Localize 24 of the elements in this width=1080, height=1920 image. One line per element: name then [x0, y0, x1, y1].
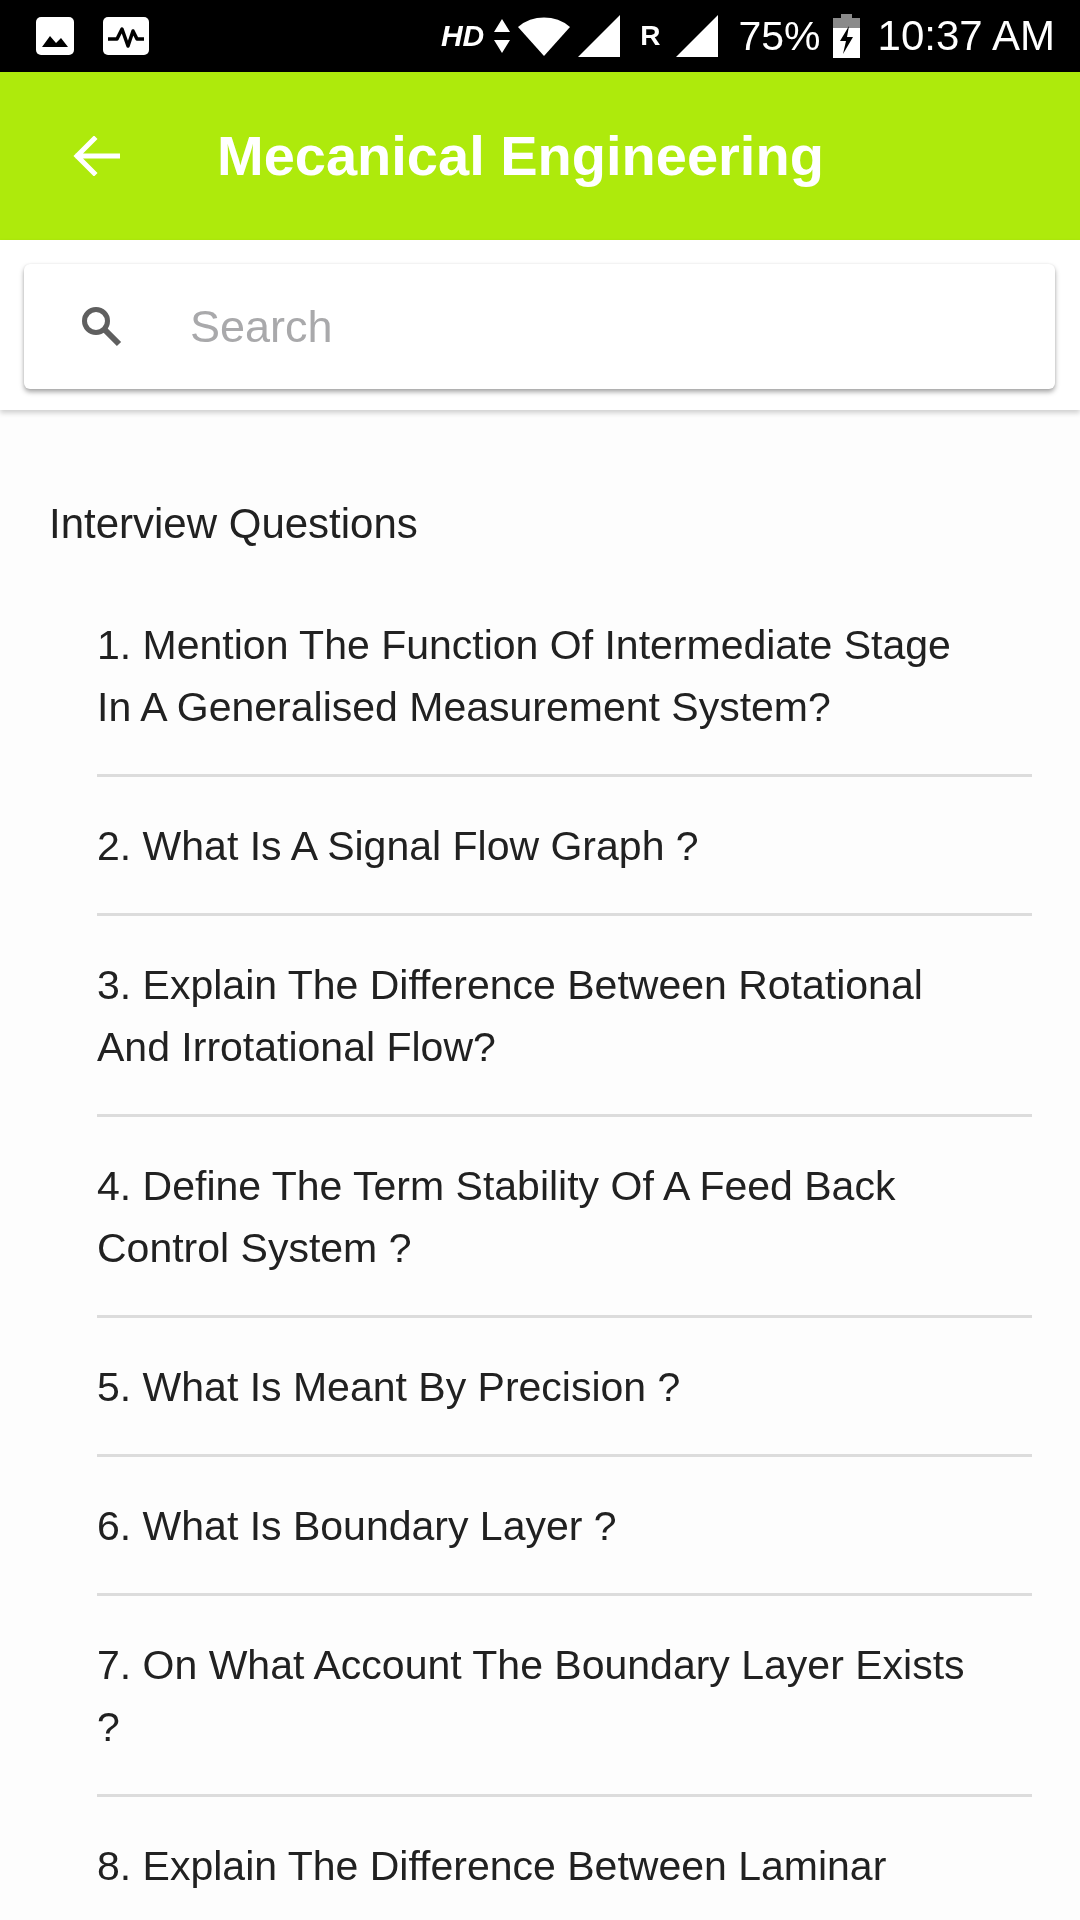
search-field[interactable]: Search — [24, 264, 1055, 389]
question-item[interactable]: 8. Explain The Difference Between Laminar — [97, 1797, 1032, 1897]
question-item[interactable]: 3. Explain The Difference Between Rotational And Irrotational Flow? — [97, 916, 1032, 1117]
question-item[interactable]: 1. Mention The Function Of Intermediate Stage In A Generalised Measurement System? — [97, 576, 1032, 777]
pulse-icon — [103, 17, 149, 55]
roaming-label: R — [640, 19, 661, 53]
search-icon — [80, 305, 122, 347]
question-item[interactable]: 6. What Is Boundary Layer ? — [97, 1457, 1032, 1596]
question-item[interactable]: 5. What Is Meant By Precision ? — [97, 1318, 1032, 1457]
signal-icon — [676, 15, 719, 57]
data-arrows-icon — [494, 19, 511, 53]
question-item[interactable]: 2. What Is A Signal Flow Graph ? — [97, 777, 1032, 916]
battery-percent: 75% — [738, 12, 821, 60]
network-type-label: HD — [440, 18, 485, 54]
wifi-icon — [518, 16, 571, 56]
section-heading: Interview Questions — [49, 499, 418, 549]
question-item[interactable]: 4. Define The Term Stability Of A Feed Back Control System ? — [97, 1117, 1032, 1318]
question-item[interactable]: 7. On What Account The Boundary Layer Exists ? — [97, 1596, 1032, 1797]
battery-charging-icon — [832, 14, 860, 58]
screen-title: Mecanical Engineering — [217, 123, 824, 189]
clock-time: 10:37 AM — [877, 12, 1055, 60]
picture-icon — [36, 17, 74, 55]
back-arrow-icon — [72, 136, 120, 176]
signal-icon — [578, 15, 621, 57]
